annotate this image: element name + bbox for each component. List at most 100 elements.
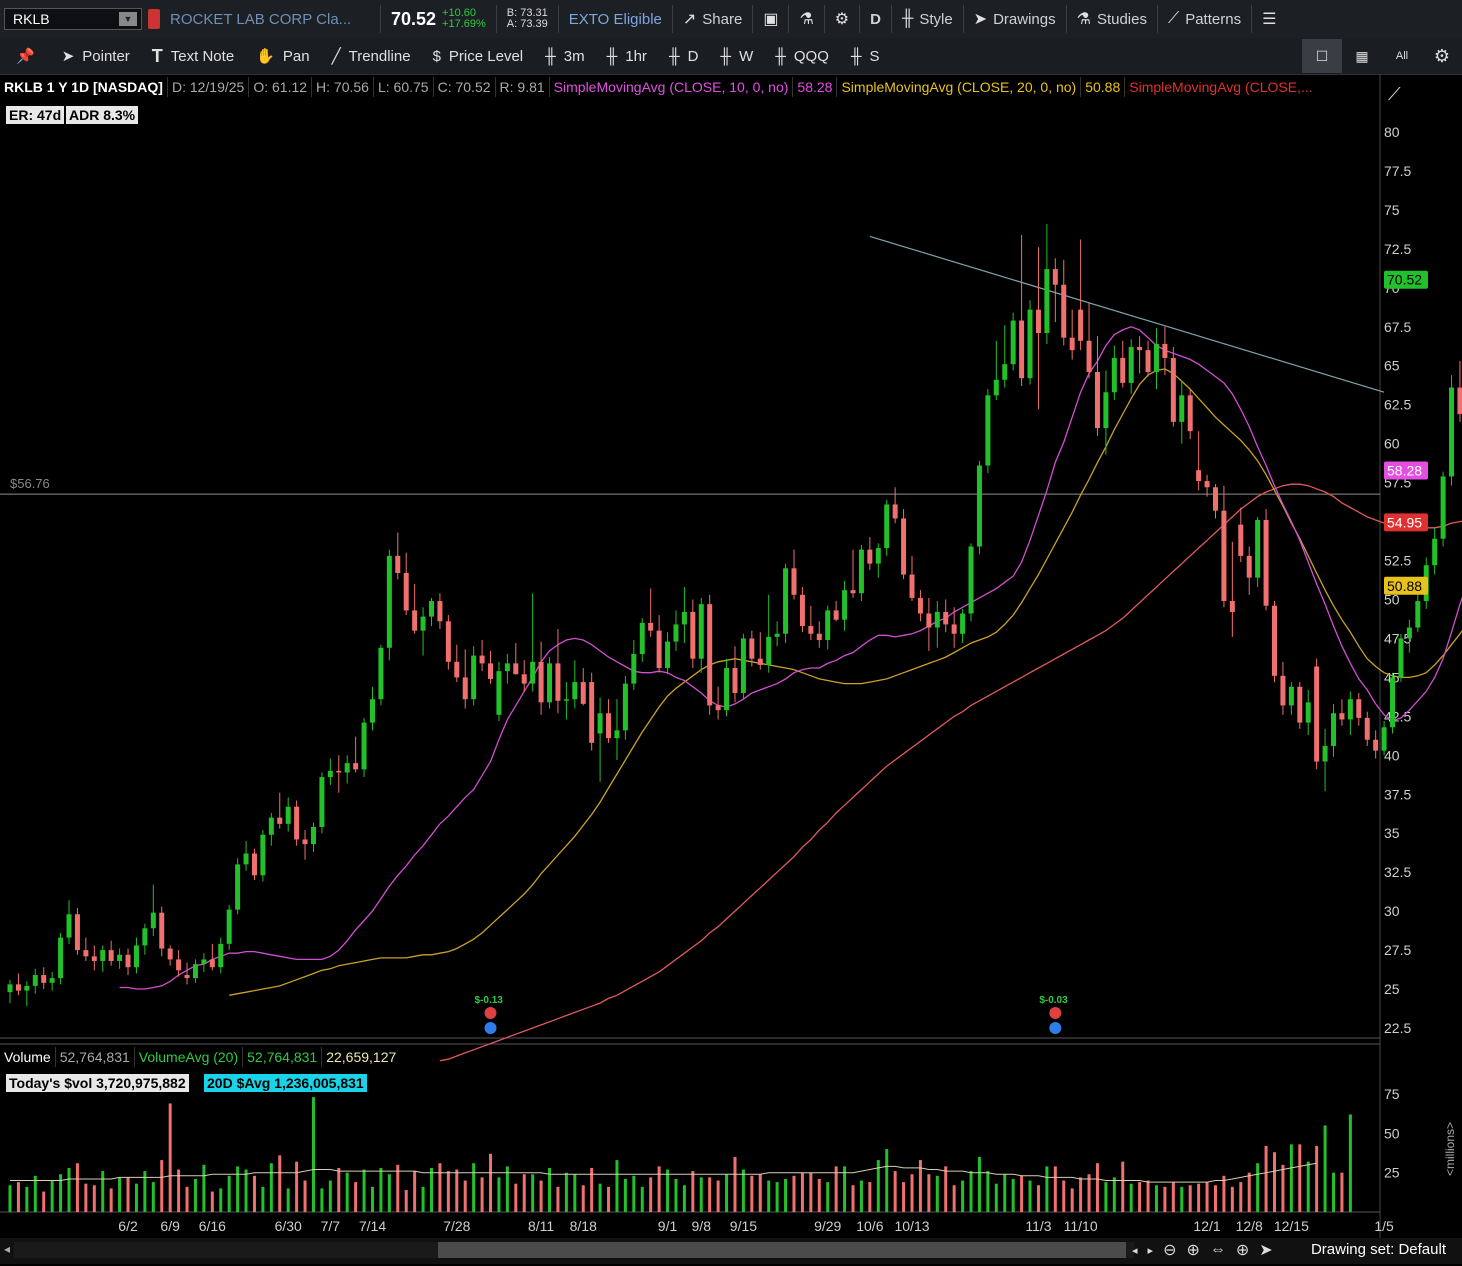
candle-body — [285, 806, 291, 824]
volume-bar — [666, 1169, 670, 1212]
studies-button[interactable]: ⚗ Studies — [1067, 9, 1157, 29]
volume-bar — [573, 1174, 577, 1212]
volume-bar — [615, 1160, 619, 1212]
timeframe-qqq[interactable]: ╫ QQQ — [764, 48, 840, 65]
candle-body — [1331, 713, 1337, 746]
candle-body — [378, 647, 384, 700]
trendline-tool[interactable]: ╱ Trendline — [321, 47, 422, 66]
text-note-tool[interactable]: T Text Note — [141, 46, 245, 67]
pan-tool[interactable]: ✋ Pan — [245, 47, 320, 66]
price-level-tool[interactable]: $ Price Level — [422, 48, 535, 65]
crosshair-icon[interactable]: ⊕ — [1236, 1240, 1249, 1260]
candle-icon: ╫ — [720, 47, 732, 65]
patterns-icon: ⟋ — [1168, 10, 1180, 27]
last-price: 70.52 — [391, 8, 437, 29]
volume-bar — [185, 1186, 189, 1212]
volume-bar — [1095, 1163, 1099, 1212]
style-button[interactable]: ╫ Style — [892, 10, 963, 28]
price-tick-label: 37.5 — [1384, 786, 1411, 802]
chart-settings-button[interactable]: ⚙ — [1422, 39, 1462, 73]
gear-icon: ⚙ — [1433, 45, 1451, 66]
drawings-button[interactable]: ➤ Drawings — [964, 9, 1066, 29]
scrollbar-thumb[interactable] — [438, 1242, 1126, 1258]
price-tick-label: 65 — [1384, 358, 1400, 374]
candle-body — [993, 379, 999, 396]
exto-eligible[interactable]: EXTO Eligible — [559, 11, 672, 28]
volume-bar — [632, 1175, 636, 1212]
date-tick-label: 6/16 — [199, 1218, 226, 1234]
candle-body — [698, 604, 704, 659]
timeframe-3m[interactable]: ╫ 3m — [534, 48, 595, 65]
drawing-set-label[interactable]: Drawing set: Default — [1311, 1241, 1446, 1258]
zoom-controls: ◂ ▸ ⊖ ⊕ ⇔ ⊕ ➤ — [1132, 1240, 1273, 1260]
volume-bar — [885, 1149, 889, 1212]
candle-body — [901, 518, 907, 575]
pan-arrows-icon[interactable]: ⇔ — [1210, 1241, 1226, 1259]
volume-bar — [961, 1180, 965, 1212]
dropdown-icon[interactable]: ▼ — [119, 12, 137, 26]
flag-icon[interactable] — [148, 9, 160, 29]
candle-body — [1145, 350, 1151, 372]
single-layout-button[interactable]: ☐ — [1302, 39, 1342, 73]
candle-body — [606, 713, 612, 739]
price-tick-label: 32.5 — [1384, 864, 1411, 880]
date-tick-label: 6/2 — [118, 1218, 138, 1234]
style-label: Style — [919, 10, 953, 28]
cursor-icon[interactable]: ➤ — [1259, 1240, 1272, 1260]
candle-body — [150, 912, 156, 929]
timeframe-d[interactable]: ╫ D — [658, 48, 709, 65]
symbol-text: RKLB — [13, 11, 50, 27]
pin-icon: 📌 — [16, 48, 35, 65]
volume-bar — [564, 1172, 568, 1212]
screenshot-button[interactable]: ▣ — [753, 9, 788, 29]
candle-body — [1010, 320, 1016, 365]
share-icon: ↗ — [682, 11, 697, 28]
settings-button[interactable]: ⚙ — [825, 9, 859, 29]
date-tick-label: 7/7 — [321, 1218, 341, 1234]
volume-bar — [1104, 1182, 1108, 1212]
candle-body — [1272, 605, 1277, 676]
volume-bar — [1256, 1163, 1260, 1212]
timeframe-s[interactable]: ╫ S — [840, 48, 891, 65]
volume-tick-label: 75 — [1384, 1086, 1400, 1102]
candle-body — [83, 950, 89, 957]
flask-button[interactable]: ⚗ — [789, 9, 823, 29]
volume-bar — [784, 1178, 788, 1212]
timeframe-1hr[interactable]: ╫ 1hr — [596, 48, 658, 65]
price-tick-label: 62.5 — [1384, 397, 1411, 413]
scroll-left-arrow-icon[interactable]: ◂ — [1132, 1244, 1138, 1257]
zoom-out-icon[interactable]: ⊖ — [1163, 1240, 1176, 1260]
axis-settings-icon[interactable]: ⟋ — [1388, 84, 1401, 105]
volume-bar — [598, 1183, 602, 1212]
candle-body — [353, 763, 359, 770]
candle-body — [884, 504, 890, 549]
all-button[interactable]: All — [1382, 39, 1422, 73]
patterns-button[interactable]: ⟋ Patterns — [1158, 10, 1251, 28]
sma50-line — [439, 483, 1462, 1062]
zoom-in-icon[interactable]: ⊕ — [1186, 1240, 1199, 1260]
volume-bar — [1045, 1166, 1049, 1212]
dollar-icon: $ — [432, 47, 441, 65]
timeframe-w[interactable]: ╫ W — [709, 48, 764, 65]
candle-body — [268, 817, 274, 835]
scroll-left-icon[interactable]: ◂ — [4, 1242, 10, 1256]
volume-bar — [843, 1166, 847, 1212]
grid-layout-button[interactable]: ▦ — [1342, 39, 1382, 73]
trendline-icon: ╱ — [331, 48, 341, 65]
volume-bar — [101, 1171, 105, 1212]
candle-body — [15, 984, 21, 991]
volume-bar — [1230, 1186, 1234, 1212]
scroll-right-arrow-icon[interactable]: ▸ — [1148, 1244, 1154, 1257]
symbol-input[interactable]: RKLB ▼ — [4, 8, 142, 30]
candle-body — [125, 954, 131, 968]
menu-button[interactable]: ☰ — [1252, 9, 1286, 29]
change-percent: +17.69% — [442, 18, 486, 30]
candle-body — [1061, 284, 1067, 338]
pointer-tool[interactable]: ➤ Pointer — [51, 47, 141, 66]
pin-button[interactable]: 📌 — [0, 47, 51, 65]
candle-body — [1398, 638, 1404, 678]
share-button[interactable]: ↗ Share — [673, 9, 752, 29]
period-button[interactable]: D — [860, 11, 891, 28]
date-tick-label: 9/1 — [658, 1218, 678, 1234]
date-tick-label: 7/28 — [443, 1218, 470, 1234]
